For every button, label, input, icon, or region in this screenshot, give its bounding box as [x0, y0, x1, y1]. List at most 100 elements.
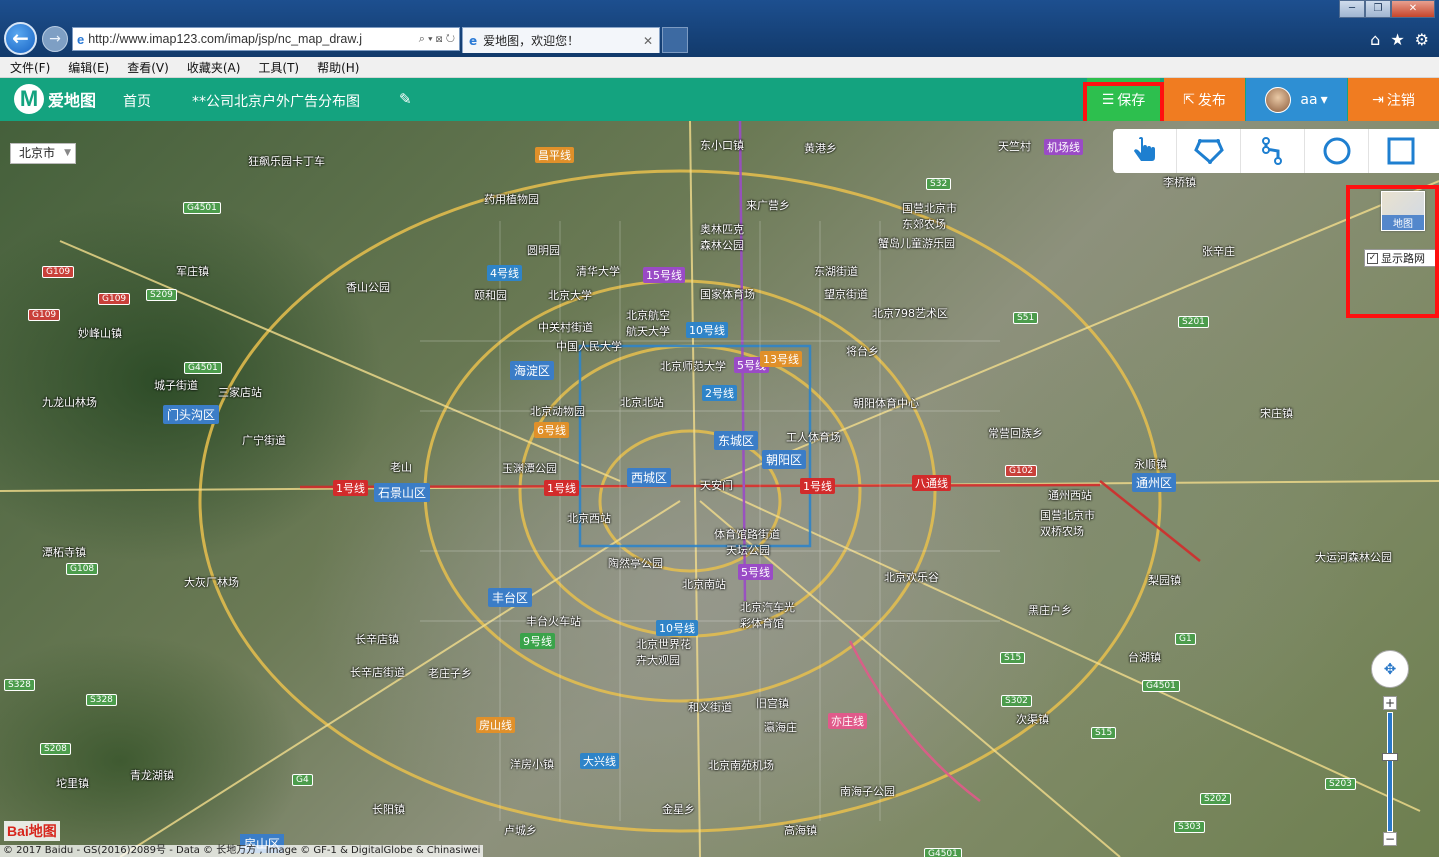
restore-button[interactable]: ❐: [1365, 0, 1391, 18]
place-label: 坨里镇: [56, 777, 89, 790]
city-select[interactable]: 北京市 ▼: [10, 143, 76, 164]
minimize-button[interactable]: ─: [1339, 0, 1365, 18]
menu-favorites[interactable]: 收藏夹(A): [187, 59, 241, 76]
circle-tool[interactable]: [1305, 129, 1369, 173]
district-label[interactable]: 丰台区: [488, 588, 533, 607]
address-actions[interactable]: ⌕ ▾ ⊠ ↻: [419, 33, 455, 46]
nav-home-link[interactable]: 首页: [123, 91, 151, 111]
hand-pointer-tool[interactable]: [1113, 129, 1177, 173]
app-logo[interactable]: M 爱地图: [14, 84, 96, 114]
edit-title-pencil-icon[interactable]: ✎: [399, 90, 412, 108]
place-label: 长辛店街道: [350, 666, 405, 679]
place-label: 北京航空航天大学: [626, 309, 670, 338]
place-label: 次渠镇: [1016, 713, 1049, 726]
highway-shield: S328: [4, 679, 35, 691]
caret-down-icon: ▼: [64, 148, 71, 158]
tab-title: 爱地图，欢迎您！: [483, 34, 580, 48]
place-label: 奥林匹克森林公园: [700, 223, 744, 252]
subway-line-badge: 机场线: [1044, 139, 1083, 155]
zoom-track[interactable]: [1387, 712, 1393, 832]
place-label: 将台乡: [846, 345, 879, 358]
pan-control[interactable]: ✥: [1371, 650, 1409, 688]
rectangle-tool[interactable]: [1369, 129, 1433, 173]
place-label: 东小口镇: [700, 139, 744, 152]
district-label[interactable]: 门头沟区: [163, 405, 220, 424]
polyline-tool[interactable]: [1241, 129, 1305, 173]
place-label: 长阳镇: [372, 803, 405, 816]
home-icon[interactable]: ⌂: [1370, 30, 1380, 49]
browser-tab[interactable]: e 爱地图，欢迎您！ ✕: [462, 27, 660, 53]
place-label: 瀛海庄: [764, 721, 797, 734]
publish-button[interactable]: ⇱ 发布: [1164, 78, 1245, 121]
place-label: 大运河森林公园: [1315, 551, 1392, 564]
menu-tools[interactable]: 工具(T): [258, 59, 299, 76]
place-label: 南海子公园: [840, 785, 895, 798]
district-label[interactable]: 通州区: [1132, 473, 1177, 492]
place-label: 李桥镇: [1163, 176, 1196, 189]
window-controls: ─ ❐ ✕: [1339, 0, 1435, 18]
place-label: 北京西站: [567, 512, 611, 525]
subway-line-badge: 昌平线: [535, 147, 574, 163]
district-label[interactable]: 石景山区: [374, 483, 431, 502]
highway-shield: S203: [1325, 778, 1356, 790]
place-label: 天安门: [700, 479, 733, 492]
menu-view[interactable]: 查看(V): [127, 59, 169, 76]
back-button[interactable]: ←: [4, 22, 37, 55]
close-window-button[interactable]: ✕: [1391, 0, 1435, 18]
district-label[interactable]: 海淀区: [510, 361, 555, 380]
tab-close-icon[interactable]: ✕: [643, 34, 653, 48]
menu-file[interactable]: 文件(F): [10, 59, 50, 76]
subway-line-badge: 大兴线: [580, 753, 619, 769]
zoom-slider-handle[interactable]: [1382, 753, 1398, 761]
zoom-out-button[interactable]: −: [1383, 832, 1397, 846]
baidu-logo[interactable]: Bai地图: [4, 821, 60, 841]
place-label: 中国人民大学: [556, 340, 622, 353]
subway-line-badge: 9号线: [520, 633, 555, 649]
highway-shield: S15: [1000, 652, 1026, 664]
highway-shield: G1: [1175, 633, 1196, 645]
place-label: 黑庄户乡: [1028, 604, 1072, 617]
favorites-star-icon[interactable]: ★: [1390, 30, 1404, 49]
district-label[interactable]: 东城区: [714, 431, 759, 450]
polygon-tool[interactable]: [1177, 129, 1241, 173]
subway-line-badge: 6号线: [534, 422, 569, 438]
place-label: 宋庄镇: [1260, 407, 1293, 420]
place-label: 旧宫镇: [756, 697, 789, 710]
district-label[interactable]: 朝阳区: [762, 450, 807, 469]
highway-shield: S303: [1174, 821, 1205, 833]
polygon-icon: [1193, 139, 1224, 164]
settings-gear-icon[interactable]: ⚙: [1415, 30, 1429, 49]
place-label: 金星乡: [662, 803, 695, 816]
district-label[interactable]: 西城区: [627, 468, 672, 487]
subway-line-badge: 4号线: [487, 265, 522, 281]
place-label: 北京汽车光彩体育馆: [740, 601, 795, 630]
place-label: 老庄子乡: [428, 667, 472, 680]
menu-help[interactable]: 帮助(H): [317, 59, 359, 76]
place-label: 工人体育场: [786, 431, 841, 444]
new-tab-button[interactable]: [662, 27, 688, 53]
subway-line-badge: 1号线: [544, 480, 579, 496]
highway-shield: S15: [1091, 727, 1117, 739]
user-menu-button[interactable]: aa ▾: [1246, 78, 1347, 121]
subway-line-badge: 10号线: [686, 322, 728, 338]
highway-shield: G102: [1005, 465, 1038, 477]
subway-line-badge: 5号线: [738, 564, 773, 580]
place-label: 长辛店镇: [355, 633, 399, 646]
logout-button[interactable]: ⇥ 注销: [1348, 78, 1439, 121]
place-label: 北京大学: [548, 289, 592, 302]
place-label: 台湖镇: [1128, 651, 1161, 664]
zoom-in-button[interactable]: +: [1383, 696, 1397, 710]
place-label: 天竺村: [998, 140, 1031, 153]
address-bar[interactable]: e http://www.imap123.com/imap/jsp/nc_map…: [72, 27, 460, 51]
subway-line-badge: 1号线: [800, 478, 835, 494]
place-label: 卢城乡: [504, 824, 537, 837]
menu-edit[interactable]: 编辑(E): [68, 59, 109, 76]
highway-shield: G108: [66, 563, 99, 575]
avatar: [1265, 86, 1292, 113]
logout-label: 注销: [1386, 92, 1415, 109]
place-label: 洋房小镇: [510, 758, 554, 771]
place-label: 北京师范大学: [660, 360, 726, 373]
satellite-map[interactable]: 海淀区 门头沟区 石景山区 西城区 东城区 朝阳区 丰台区 通州区 狂飙乐园卡丁…: [0, 121, 1439, 857]
share-external-icon: ⇱: [1183, 91, 1195, 108]
forward-button[interactable]: →: [42, 26, 68, 52]
